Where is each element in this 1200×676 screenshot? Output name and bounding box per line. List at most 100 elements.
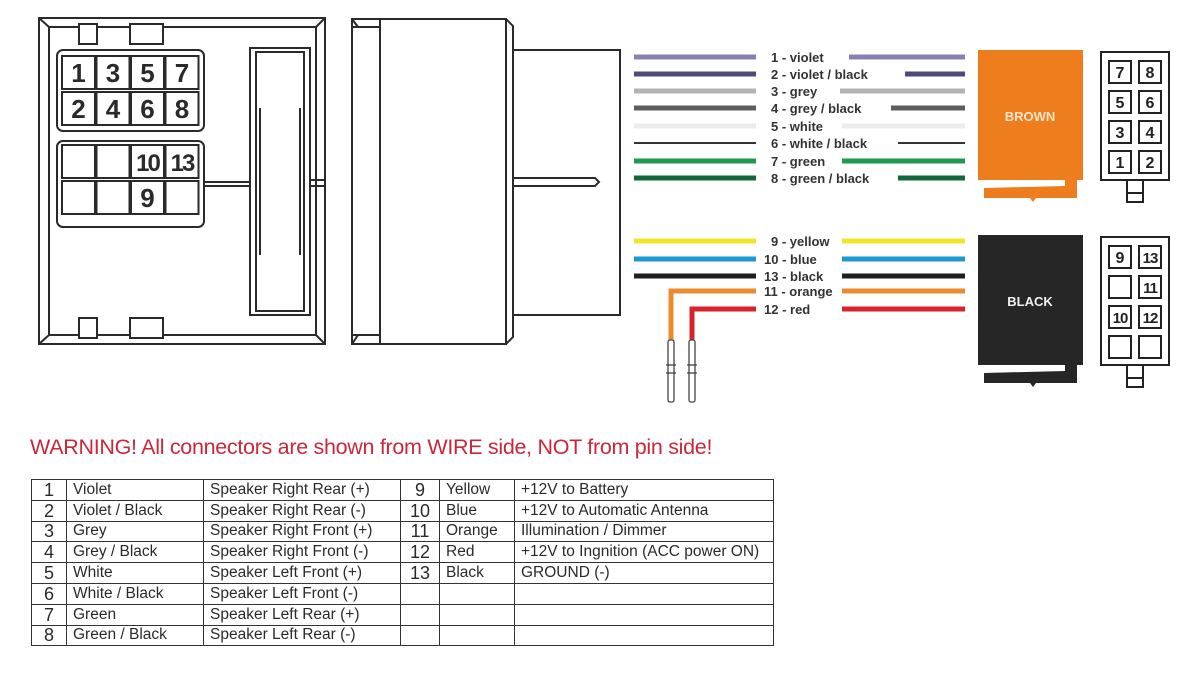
plug-pin-label: 8 bbox=[1146, 65, 1155, 82]
wire-label: 5 - white bbox=[771, 119, 823, 134]
pin-function: Speaker Right Rear (+) bbox=[203, 479, 401, 501]
pin-number: 3 bbox=[31, 520, 67, 543]
table-row: 7 Green Speaker Left Rear (+) bbox=[31, 603, 774, 626]
iso-pin-label: 2 bbox=[71, 94, 85, 124]
pinout-table: 1 Violet Speaker Right Rear (+) 9 Yellow +12V… bbox=[31, 479, 774, 647]
wire: 2 - violet / black bbox=[634, 67, 965, 82]
plug-pin-label: 1 bbox=[1116, 155, 1125, 172]
plug-pin-label: 11 bbox=[1143, 280, 1158, 297]
wire: 12 - red bbox=[689, 302, 965, 342]
wire-label: 8 - green / black bbox=[771, 171, 870, 186]
wire: 7 - green bbox=[634, 154, 965, 169]
pin-number: 9 bbox=[400, 479, 440, 501]
table-row: 3 Grey Speaker Right Front (+) 11 Orange Illu… bbox=[31, 520, 774, 543]
table-row: 8 Green / Black Speaker Left Rear (-) bbox=[31, 624, 774, 647]
plug-pin-cell: 7 bbox=[1108, 60, 1132, 84]
wire-label: 4 - grey / black bbox=[771, 101, 862, 116]
plug-pin-label: 10 bbox=[1113, 310, 1128, 327]
wire-color: White / Black bbox=[66, 582, 204, 605]
wire-label: 1 - violet bbox=[771, 50, 824, 65]
wire-label: 9 - yellow bbox=[771, 234, 830, 249]
pin-number: 6 bbox=[31, 582, 67, 605]
plug-pin-label: 7 bbox=[1116, 65, 1125, 82]
wire-label: 3 - grey bbox=[771, 84, 818, 99]
plug-pin-cell: 4 bbox=[1138, 120, 1162, 144]
plug-pin-cell: 9 bbox=[1108, 245, 1132, 269]
plug-pin-label: 6 bbox=[1146, 95, 1155, 112]
plug-pin-cell: 12 bbox=[1138, 305, 1162, 329]
wire: 5 - white bbox=[634, 119, 965, 134]
wire-color: White bbox=[66, 562, 204, 584]
pin-number: 8 bbox=[31, 624, 67, 647]
pin-function bbox=[514, 624, 774, 647]
pin-number: 2 bbox=[31, 499, 67, 522]
pin-function: Speaker Left Front (+) bbox=[203, 562, 401, 584]
iso-pin-label: 3 bbox=[106, 58, 120, 88]
pin-function: +12V to Automatic Antenna bbox=[514, 499, 774, 522]
plug-pin-cell: 1 bbox=[1108, 150, 1132, 174]
wire-color: Grey / Black bbox=[66, 541, 204, 564]
iso-pin-label: 10 bbox=[136, 150, 160, 177]
pin-number: 11 bbox=[400, 520, 440, 543]
wire: 11 - orange bbox=[668, 284, 965, 342]
table-row: 5 White Speaker Left Front (+) 13 Black GROUN… bbox=[31, 562, 774, 584]
pin-number: 7 bbox=[31, 603, 67, 626]
wire-label: 7 - green bbox=[771, 154, 825, 169]
wire-color: Yellow bbox=[439, 479, 515, 501]
iso-pin-cell: 10 bbox=[130, 144, 165, 179]
plug-pin-cell: 3 bbox=[1108, 120, 1132, 144]
wiring-diagram: 1 3 5 72 4 6 810 139 1 - violet2 - violet / bla… bbox=[38, 17, 1170, 403]
wire: 9 - yellow bbox=[634, 234, 965, 249]
iso-pin-cell: 6 bbox=[130, 91, 165, 126]
iso-connector-side-view bbox=[351, 18, 621, 345]
iso-pin-label: 1 bbox=[71, 58, 85, 88]
wire: 3 - grey bbox=[634, 84, 965, 99]
wire-color: Black bbox=[439, 562, 515, 584]
wire-color: Green / Black bbox=[66, 624, 204, 647]
pin-number bbox=[400, 603, 440, 626]
plug-pin-cell bbox=[1108, 335, 1132, 359]
plug-pin-cell: 6 bbox=[1138, 90, 1162, 114]
plug-pin-label: 9 bbox=[1116, 250, 1125, 267]
plug-pin-cell: 8 bbox=[1138, 60, 1162, 84]
pin-function: +12V to Battery bbox=[514, 479, 774, 501]
plug-pin-label: 2 bbox=[1146, 155, 1155, 172]
plug-pin-cell: 5 bbox=[1108, 90, 1132, 114]
wire-list: 1 - violet 2 - violet / black 3 - grey 4 - … bbox=[634, 50, 965, 342]
wire: 4 - grey / black bbox=[634, 101, 965, 116]
pin-number: 1 bbox=[31, 479, 67, 501]
pin-number: 13 bbox=[400, 562, 440, 584]
iso-pin-cell bbox=[164, 180, 200, 215]
iso-pin-cell: 4 bbox=[95, 91, 131, 126]
wire-left-segment bbox=[689, 306, 756, 342]
pin-number bbox=[400, 582, 440, 605]
wire-color bbox=[439, 624, 515, 647]
wire: 6 - white / black bbox=[634, 136, 965, 151]
iso-pin-cell bbox=[61, 180, 96, 215]
wire-label: 13 - black bbox=[764, 269, 824, 284]
plug-pin-cell bbox=[1138, 335, 1162, 359]
pin-number: 5 bbox=[31, 562, 67, 584]
plug-pin-cell bbox=[1108, 275, 1132, 299]
table-row: 6 White / Black Speaker Left Front (-) bbox=[31, 582, 774, 605]
iso-pin-cell bbox=[61, 144, 96, 179]
plug-pin-label: 4 bbox=[1146, 125, 1155, 142]
spade-terminals bbox=[666, 339, 697, 403]
pin-function: Speaker Right Rear (-) bbox=[203, 499, 401, 522]
pin-number: 4 bbox=[31, 541, 67, 564]
wire-label: 12 - red bbox=[764, 302, 810, 317]
iso-pin-cell: 1 bbox=[61, 55, 96, 90]
table-row: 4 Grey / Black Speaker Right Front (-) 12 Re… bbox=[31, 541, 774, 564]
iso-pin-cell: 9 bbox=[130, 180, 165, 215]
table-row: 2 Violet / Black Speaker Right Rear (-) 10 B… bbox=[31, 499, 774, 522]
iso-pin-label: 5 bbox=[140, 58, 154, 88]
wire-label: 11 - orange bbox=[764, 284, 833, 299]
wire-color: Green bbox=[66, 603, 204, 626]
plug-label: BLACK bbox=[1007, 294, 1053, 309]
iso-pin-label: 8 bbox=[175, 94, 189, 124]
iso-pin-label: 7 bbox=[175, 58, 189, 88]
table-row: 1 Violet Speaker Right Rear (+) 9 Yellow +12V… bbox=[31, 479, 774, 501]
plug-pin-label: 13 bbox=[1143, 250, 1158, 267]
pin-function: Speaker Left Rear (-) bbox=[203, 624, 401, 647]
iso-pin-label: 9 bbox=[140, 183, 154, 213]
